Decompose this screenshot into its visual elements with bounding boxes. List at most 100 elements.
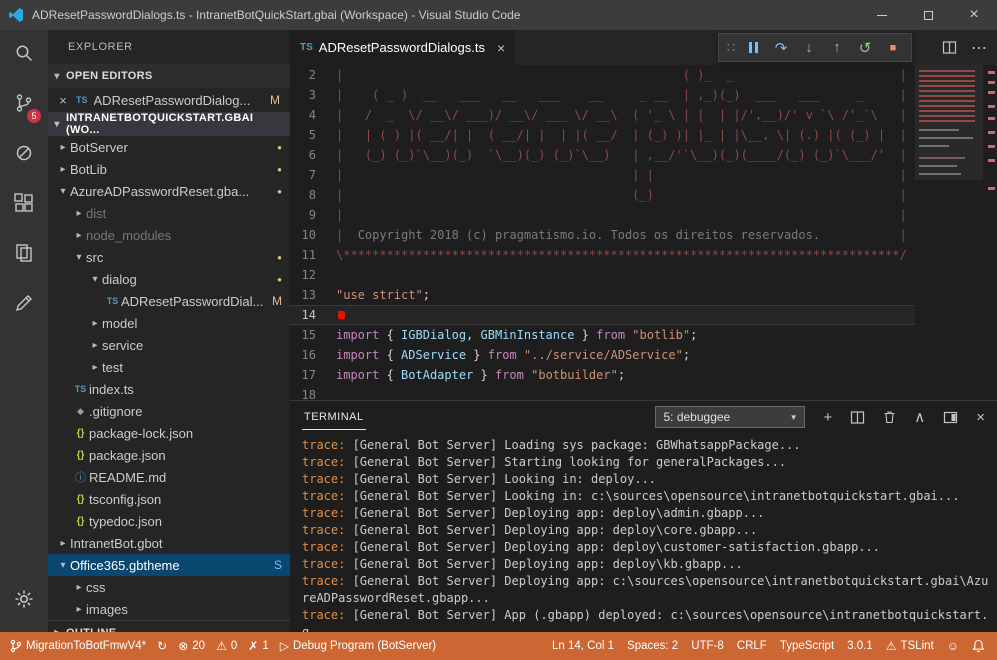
debug-status[interactable]: ▷Debug Program (BotServer) bbox=[280, 639, 436, 653]
tree-item-tsconfig-json[interactable]: {}tsconfig.json bbox=[48, 488, 290, 510]
debug-icon[interactable] bbox=[0, 130, 48, 180]
close-tab-icon[interactable]: × bbox=[497, 40, 505, 56]
split-terminal-icon[interactable] bbox=[850, 410, 865, 425]
terminal-session-select[interactable]: 5: debuggee ▼ bbox=[655, 406, 805, 428]
kill-terminal-icon[interactable] bbox=[883, 410, 896, 424]
tree-item-package-json[interactable]: {}package.json bbox=[48, 444, 290, 466]
json-file-icon: {} bbox=[72, 450, 89, 461]
encoding-status[interactable]: UTF-8 bbox=[691, 640, 724, 652]
code-line-4: 4| / _ \/ __\/ ___)/ __\/ ___ \/ __\ ( '… bbox=[290, 105, 997, 125]
minimize-button[interactable] bbox=[859, 0, 905, 30]
tree-item-office365-gbtheme[interactable]: ▾Office365.gbthemeS bbox=[48, 554, 290, 576]
line-number: 13 bbox=[290, 285, 336, 305]
terminal-line: trace: [General Bot Server] Loading sys … bbox=[302, 437, 989, 454]
title-bar: ADResetPasswordDialogs.ts - IntranetBotQ… bbox=[0, 0, 997, 30]
open-editors-header[interactable]: ▾ OPEN EDITORS bbox=[48, 64, 290, 88]
tree-item-label: dialog bbox=[102, 272, 137, 287]
tree-item-label: BotLib bbox=[70, 162, 107, 177]
feedback-item[interactable]: ☺ bbox=[947, 639, 959, 653]
stop-button[interactable]: ■ bbox=[879, 35, 907, 61]
tree-item-typedoc-json[interactable]: {}typedoc.json bbox=[48, 510, 290, 532]
extensions-icon[interactable] bbox=[0, 180, 48, 230]
edit-icon[interactable] bbox=[0, 280, 48, 330]
maximize-icon bbox=[924, 11, 933, 20]
outline-section-header[interactable]: ▸ OUTLINE bbox=[48, 620, 290, 632]
warnings-status[interactable]: ⚠0 bbox=[216, 639, 237, 653]
terminal-tab[interactable]: TERMINAL bbox=[302, 404, 366, 430]
tree-item-intranetbot-gbot[interactable]: ▸IntranetBot.gbot bbox=[48, 532, 290, 554]
tree-item-index-ts[interactable]: TSindex.ts bbox=[48, 378, 290, 400]
cursor-position[interactable]: Ln 14, Col 1 bbox=[552, 640, 614, 652]
tree-item-src[interactable]: ▾src● bbox=[48, 246, 290, 268]
sync-status[interactable]: ↻ bbox=[157, 639, 167, 653]
workspace-section-header[interactable]: ▾ INTRANETBOTQUICKSTART.GBAI (WO... bbox=[48, 112, 290, 136]
line-number: 6 bbox=[290, 145, 336, 165]
line-number: 11 bbox=[290, 245, 336, 265]
notifications-item[interactable] bbox=[972, 639, 985, 653]
settings-icon[interactable] bbox=[0, 576, 48, 626]
minimap-line bbox=[919, 157, 965, 159]
step-into-button[interactable]: ↓ bbox=[795, 35, 823, 61]
search-icon[interactable] bbox=[0, 30, 48, 80]
sidebar-title: EXPLORER bbox=[48, 30, 290, 64]
tab-adresetpassworddialogs-ts[interactable]: TS ADResetPasswordDialogs.ts × bbox=[290, 30, 515, 65]
explorer-icon[interactable] bbox=[0, 230, 48, 280]
code-line-3: 3| ( _ ) __ ___ __ ___ __ _ __ | ,_)(_) … bbox=[290, 85, 997, 105]
tree-item-service[interactable]: ▸service bbox=[48, 334, 290, 356]
language-status[interactable]: TypeScript bbox=[780, 640, 834, 652]
tree-item-model[interactable]: ▸model bbox=[48, 312, 290, 334]
open-editor-item[interactable]: × TS ADResetPasswordDialog... M bbox=[48, 88, 290, 112]
gripper-handle[interactable]: ∷ bbox=[723, 35, 739, 61]
tree-item-label: IntranetBot.gbot bbox=[70, 536, 163, 551]
tree-item-test[interactable]: ▸test bbox=[48, 356, 290, 378]
terminal-output[interactable]: trace: [General Bot Server] Loading sys … bbox=[302, 437, 989, 632]
errors-status[interactable]: ⊗20 bbox=[178, 639, 205, 653]
tree-item-botlib[interactable]: ▸BotLib● bbox=[48, 158, 290, 180]
tslint-status[interactable]: ⚠TSLint bbox=[886, 639, 934, 653]
tree-item-dist[interactable]: ▸dist bbox=[48, 202, 290, 224]
step-out-button[interactable]: ↑ bbox=[823, 35, 851, 61]
tree-item-images[interactable]: ▸images bbox=[48, 598, 290, 620]
tree-item-label: src bbox=[86, 250, 103, 265]
pause-button[interactable] bbox=[739, 35, 767, 61]
git-modified-dot: ● bbox=[277, 253, 282, 262]
maximize-panel-icon[interactable]: ∧ bbox=[914, 408, 925, 426]
restart-button[interactable]: ↺ bbox=[851, 35, 879, 61]
indentation-status[interactable]: Spaces: 2 bbox=[627, 640, 678, 652]
close-editor-icon[interactable]: × bbox=[56, 93, 70, 108]
tree-item-package-lock-json[interactable]: {}package-lock.json bbox=[48, 422, 290, 444]
tree-item-adresetpassworddial[interactable]: TSADResetPasswordDial...M bbox=[48, 290, 290, 312]
window-controls: × bbox=[859, 0, 997, 30]
maximize-button[interactable] bbox=[905, 0, 951, 30]
eol-status[interactable]: CRLF bbox=[737, 640, 767, 652]
tree-item-botserver[interactable]: ▸BotServer● bbox=[48, 136, 290, 158]
more-actions-icon[interactable]: ⋯ bbox=[971, 38, 987, 58]
tab-bar-actions: ⋯ bbox=[942, 30, 987, 65]
tree-item-dialog[interactable]: ▾dialog● bbox=[48, 268, 290, 290]
tree-item-gitignore[interactable]: ◆.gitignore bbox=[48, 400, 290, 422]
tree-item-readme-md[interactable]: ⓘREADME.md bbox=[48, 466, 290, 488]
terminal-line: trace: [General Bot Server] Deploying ap… bbox=[302, 556, 989, 573]
tree-item-label: .gitignore bbox=[89, 404, 142, 419]
warning-icon: ⚠ bbox=[216, 639, 227, 653]
vscode-logo-icon bbox=[8, 7, 24, 23]
source-control-icon[interactable]: 5 bbox=[0, 80, 48, 130]
ts-version-status[interactable]: 3.0.1 bbox=[847, 640, 873, 652]
panel-position-icon[interactable] bbox=[943, 411, 958, 424]
ts-file-icon: TS bbox=[72, 384, 89, 394]
line-number: 12 bbox=[290, 265, 336, 285]
line-number: 8 bbox=[290, 185, 336, 205]
tree-item-azureadpasswordreset-gba[interactable]: ▾AzureADPasswordReset.gba...● bbox=[48, 180, 290, 202]
code-editor[interactable]: 2| ( )_ _ |3| ( _ ) __ ___ __ ___ __ _ _… bbox=[290, 65, 997, 400]
close-window-button[interactable]: × bbox=[951, 0, 997, 30]
new-terminal-icon[interactable]: + bbox=[823, 409, 832, 426]
split-editor-icon[interactable] bbox=[942, 40, 957, 55]
ruler-mark bbox=[988, 159, 995, 162]
extra-status[interactable]: ✗1 bbox=[248, 639, 268, 653]
git-branch-status[interactable]: MigrationToBotFmwV4* bbox=[10, 639, 146, 653]
tree-item-css[interactable]: ▸css bbox=[48, 576, 290, 598]
tree-item-node-modules[interactable]: ▸node_modules bbox=[48, 224, 290, 246]
close-panel-icon[interactable]: × bbox=[976, 409, 985, 426]
step-over-button[interactable]: ↷ bbox=[767, 35, 795, 61]
minimap[interactable] bbox=[915, 65, 983, 400]
